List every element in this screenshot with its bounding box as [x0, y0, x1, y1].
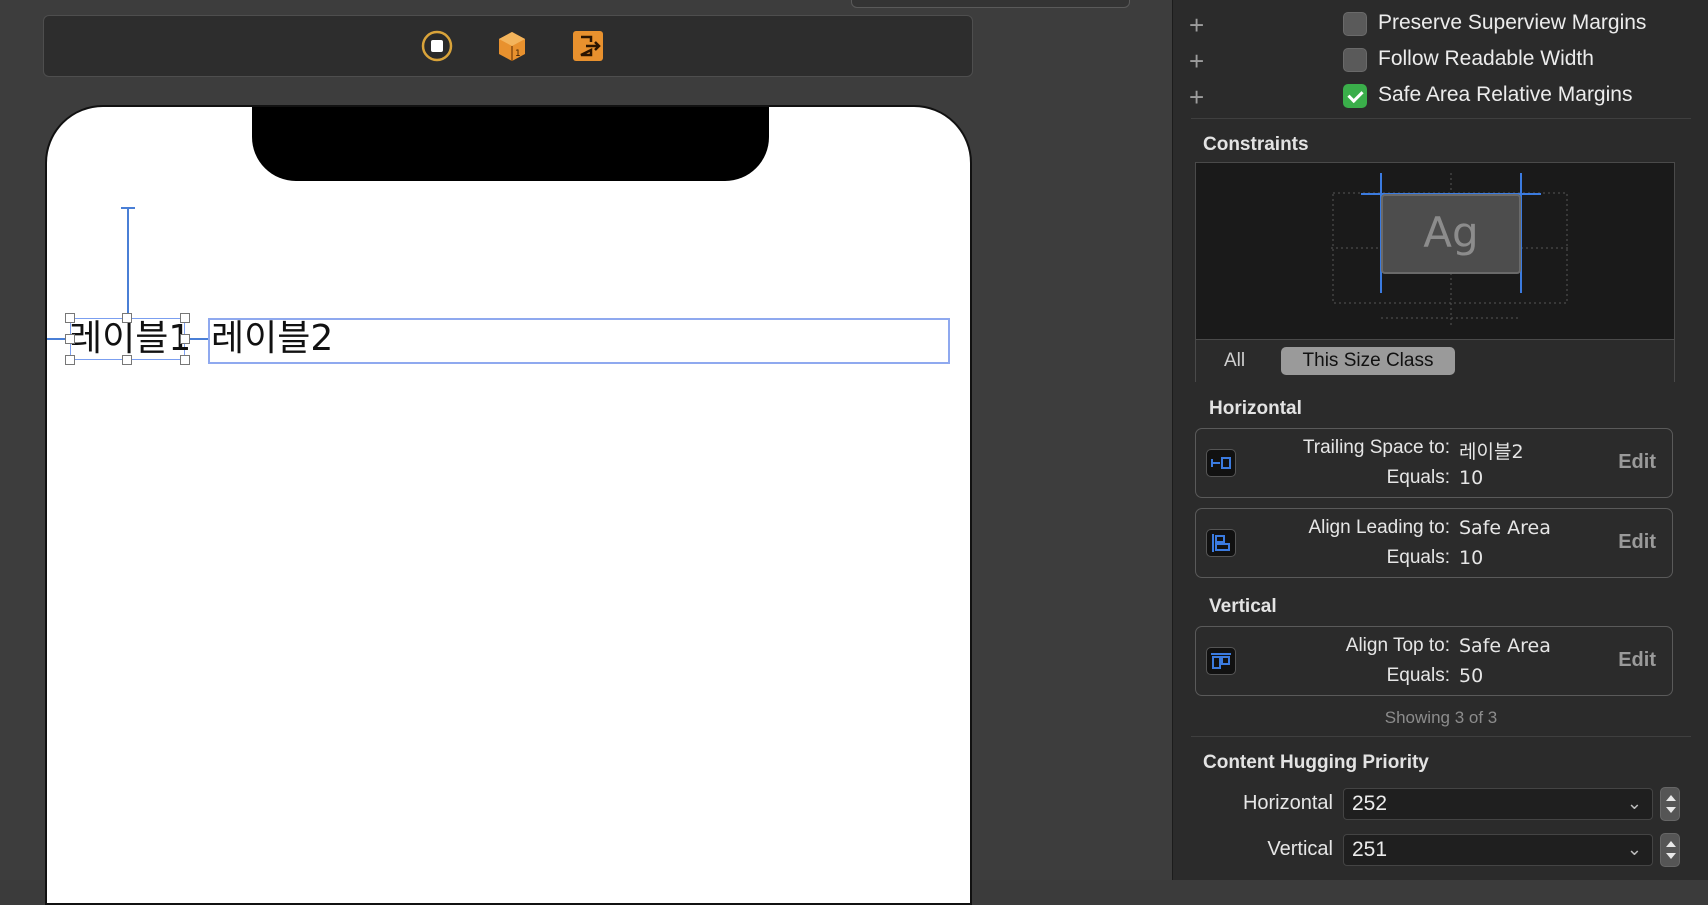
align-top-icon [1206, 647, 1236, 675]
chevron-down-icon: ⌄ [1626, 839, 1642, 859]
first-responder-icon[interactable] [420, 29, 454, 63]
add-variation-button[interactable]: + [1189, 84, 1204, 110]
constraint-key: Align Leading to: [1308, 517, 1450, 538]
constraint-key: Equals: [1386, 467, 1450, 488]
constraint-card-align-leading[interactable]: Align Leading to: Safe Area Equals: 10 E… [1195, 508, 1673, 578]
hugging-vertical-select[interactable]: 251 ⌄ [1343, 834, 1653, 866]
scope-segmented-control: All This Size Class [1196, 339, 1674, 382]
constraint-value: 50 [1459, 665, 1484, 687]
constraint-value: 10 [1459, 467, 1484, 489]
top-constraint-cap [121, 207, 135, 209]
safe-area-relative-margins-checkbox[interactable] [1343, 84, 1367, 108]
divider [1191, 118, 1691, 119]
size-inspector: + Preserve Superview Margins + Follow Re… [1172, 0, 1708, 880]
hugging-vertical-stepper[interactable] [1660, 833, 1680, 867]
safe-area-relative-margins-row: + Safe Area Relative Margins [1173, 82, 1708, 116]
svg-text:1: 1 [515, 49, 521, 59]
resize-handle[interactable] [180, 334, 190, 344]
device-frame: 레이블1 레이블2 [45, 105, 972, 905]
scope-all-tab[interactable]: All [1224, 350, 1245, 372]
resize-handle[interactable] [180, 355, 190, 365]
constraint-editor: Ag All This Size Class [1195, 162, 1675, 382]
constraint-preview-view: Ag [1381, 194, 1521, 274]
constraint-value: 10 [1459, 547, 1484, 569]
hugging-horizontal-stepper[interactable] [1660, 787, 1680, 821]
constraint-value: 레이블2 [1459, 441, 1524, 463]
constraint-key: Equals: [1386, 547, 1450, 568]
exit-icon[interactable] [571, 29, 605, 63]
constraint-key: Align Top to: [1345, 635, 1450, 656]
constraint-preview: Ag [1196, 163, 1674, 339]
preserve-superview-margins-label: Preserve Superview Margins [1378, 11, 1647, 34]
resize-handle[interactable] [122, 355, 132, 365]
vertical-title: Vertical [1209, 596, 1277, 617]
safe-area-relative-margins-label: Safe Area Relative Margins [1378, 83, 1633, 106]
align-leading-icon [1206, 529, 1236, 557]
preserve-superview-margins-checkbox[interactable] [1343, 12, 1367, 36]
follow-readable-width-label: Follow Readable Width [1378, 47, 1594, 70]
add-variation-button[interactable]: + [1189, 48, 1204, 74]
constraint-value: Safe Area [1459, 517, 1551, 539]
follow-readable-width-checkbox[interactable] [1343, 48, 1367, 72]
add-variation-button[interactable]: + [1189, 12, 1204, 38]
edit-button[interactable]: Edit [1618, 649, 1656, 672]
resize-handle[interactable] [65, 313, 75, 323]
resize-handle[interactable] [65, 355, 75, 365]
trailing-space-icon [1206, 449, 1236, 477]
storyboard-canvas[interactable]: 1 레이블1 레이블2 [0, 0, 1172, 905]
resize-handle[interactable] [122, 313, 132, 323]
hugging-horizontal-value: 252 [1352, 792, 1388, 815]
preserve-superview-margins-row: + Preserve Superview Margins [1173, 10, 1708, 44]
scope-size-class-tab[interactable]: This Size Class [1281, 347, 1455, 375]
edit-button[interactable]: Edit [1618, 451, 1656, 474]
constraint-key: Trailing Space to: [1302, 437, 1450, 458]
showing-count: Showing 3 of 3 [1384, 708, 1498, 727]
resize-handle[interactable] [65, 334, 75, 344]
divider [1191, 736, 1691, 737]
constraint-card-align-top[interactable]: Align Top to: Safe Area Equals: 50 Edit [1195, 626, 1673, 696]
content-hugging-title: Content Hugging Priority [1203, 752, 1429, 773]
resize-handle[interactable] [180, 313, 190, 323]
hugging-vertical-value: 251 [1352, 838, 1388, 861]
constraint-key: Equals: [1386, 665, 1450, 686]
chevron-down-icon: ⌄ [1626, 793, 1642, 813]
object-icon[interactable]: 1 [495, 29, 529, 63]
constraint-card-trailing-space[interactable]: Trailing Space to: 레이블2 Equals: 10 Edit [1195, 428, 1673, 498]
device-notch [252, 107, 769, 181]
edit-button[interactable]: Edit [1618, 531, 1656, 554]
hugging-horizontal-select[interactable]: 252 ⌄ [1343, 788, 1653, 820]
hugging-horizontal-label: Horizontal [1242, 792, 1333, 814]
follow-readable-width-row: + Follow Readable Width [1173, 46, 1708, 80]
horizontal-title: Horizontal [1209, 398, 1302, 419]
scene-dock: 1 [43, 15, 973, 77]
constraints-title: Constraints [1203, 134, 1309, 155]
popup-edge [851, 0, 1130, 8]
top-constraint-line [127, 207, 129, 318]
hugging-vertical-label: Vertical [1267, 838, 1333, 860]
label2[interactable]: 레이블2 [211, 316, 333, 362]
constraint-value: Safe Area [1459, 635, 1551, 657]
